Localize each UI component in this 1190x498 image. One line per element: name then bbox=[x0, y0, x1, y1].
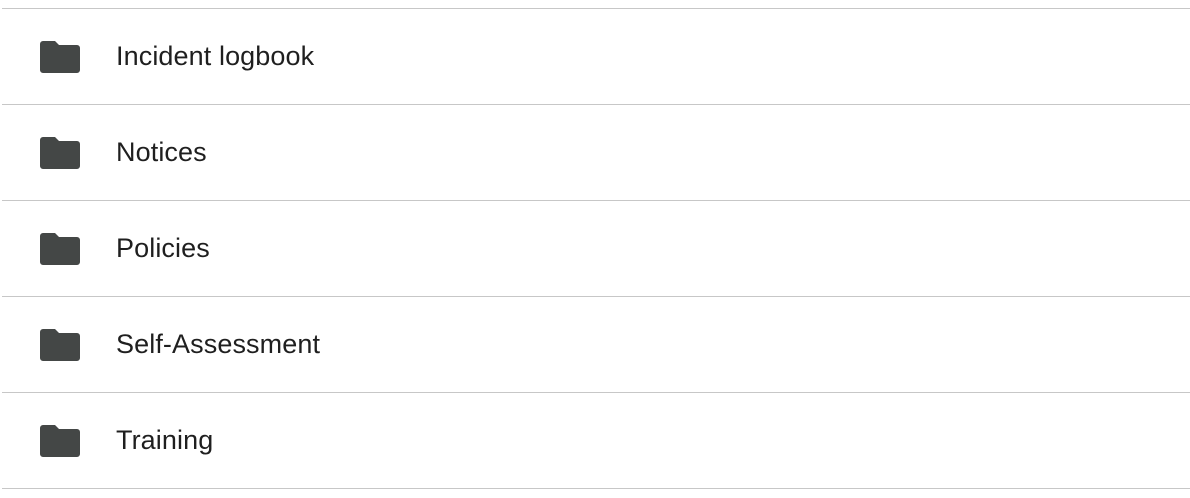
folder-label: Incident logbook bbox=[116, 41, 315, 71]
folder-label: Training bbox=[116, 425, 214, 455]
folder-row-policies[interactable]: Policies bbox=[2, 201, 1190, 297]
folder-icon bbox=[40, 232, 80, 265]
folder-label: Policies bbox=[116, 233, 210, 263]
folder-row-self-assessment[interactable]: Self-Assessment bbox=[2, 297, 1190, 393]
folder-label: Self-Assessment bbox=[116, 329, 321, 359]
folder-label: Notices bbox=[116, 137, 207, 167]
folder-icon bbox=[40, 40, 80, 73]
folder-icon bbox=[40, 136, 80, 169]
folder-list: Incident logbook Notices Policies Self-A… bbox=[2, 8, 1190, 489]
folder-icon bbox=[40, 328, 80, 361]
folder-row-notices[interactable]: Notices bbox=[2, 105, 1190, 201]
folder-row-training[interactable]: Training bbox=[2, 393, 1190, 489]
folder-row-incident-logbook[interactable]: Incident logbook bbox=[2, 9, 1190, 105]
folder-icon bbox=[40, 424, 80, 457]
